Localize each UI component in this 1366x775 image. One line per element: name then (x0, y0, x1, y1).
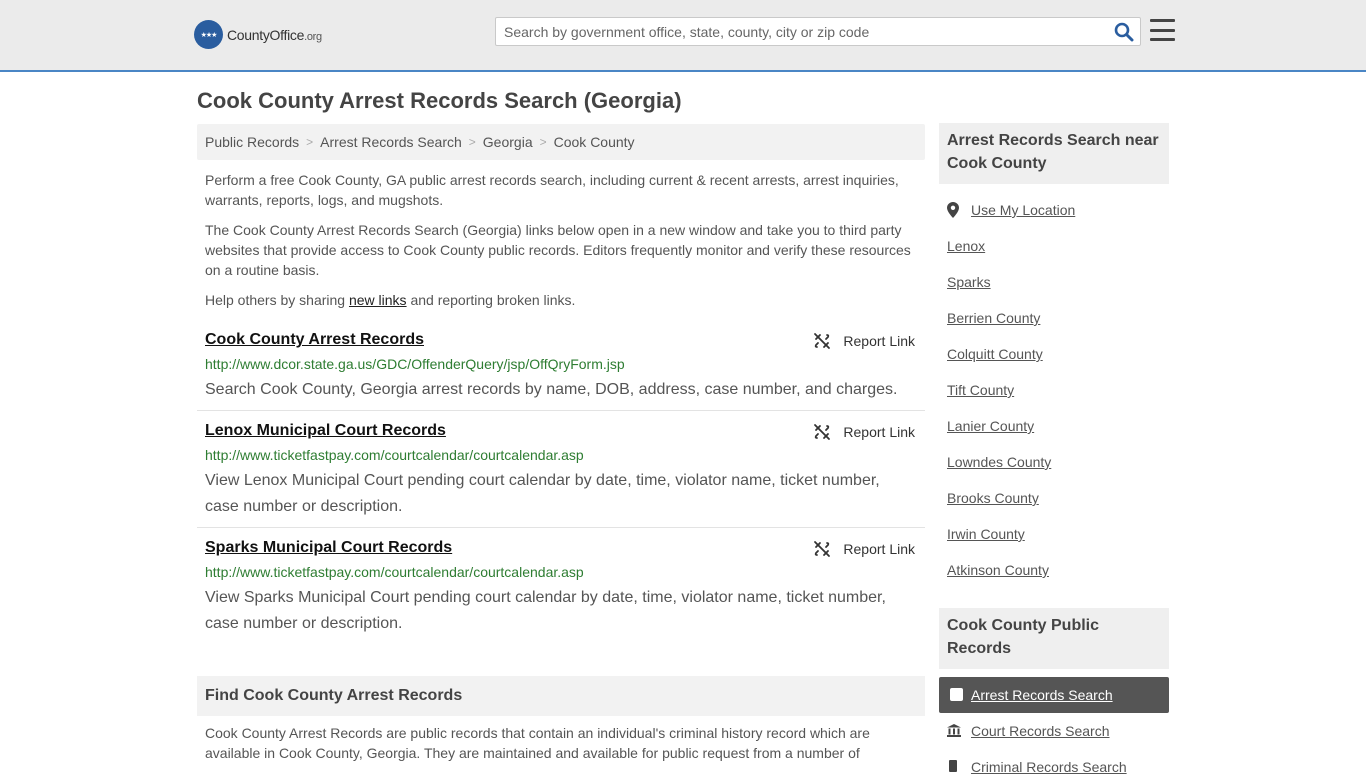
report-link-button[interactable]: Report Link (813, 332, 915, 350)
use-my-location-link[interactable]: Use My Location (971, 202, 1075, 218)
sidebar-near-link[interactable]: Irwin County (947, 526, 1025, 542)
new-links-link[interactable]: new links (349, 292, 407, 308)
record-description: View Lenox Municipal Court pending court… (205, 472, 880, 515)
sidebar-court-records-link[interactable]: Court Records Search (971, 723, 1110, 739)
sidebar-near-link[interactable]: Brooks County (947, 490, 1039, 506)
search-bar (495, 17, 1141, 46)
criminal-records-icon (949, 760, 957, 772)
site-logo[interactable]: ★★★ CountyOffice.org (194, 20, 322, 49)
find-records-heading: Find Cook County Arrest Records (197, 676, 925, 716)
record-divider (197, 410, 925, 411)
search-button[interactable] (1114, 22, 1134, 42)
logo-wordmark: CountyOffice.org (227, 27, 322, 43)
intro-paragraph-3: Help others by sharing new links and rep… (205, 290, 917, 310)
sidebar-item-label: Arrest Records Search (971, 687, 1113, 703)
report-link-label: Report Link (843, 424, 915, 440)
sidebar-near-link[interactable]: Atkinson County (947, 562, 1049, 578)
record-description: Search Cook County, Georgia arrest recor… (205, 381, 898, 398)
report-link-button[interactable]: Report Link (813, 423, 915, 441)
logo-badge-icon: ★★★ (194, 20, 223, 49)
logo-tld: .org (304, 30, 322, 43)
record-url[interactable]: http://www.ticketfastpay.com/courtcalend… (205, 447, 584, 463)
search-icon (1114, 22, 1134, 42)
sidebar-criminal-records-link[interactable]: Criminal Records Search (971, 759, 1127, 775)
page-title: Cook County Arrest Records Search (Georg… (197, 88, 682, 113)
breadcrumb-georgia[interactable]: Georgia (483, 134, 533, 150)
hamburger-menu-icon[interactable] (1150, 19, 1175, 41)
intro-p3-text-end: and reporting broken links. (406, 292, 576, 308)
record-description: View Sparks Municipal Court pending cour… (205, 589, 886, 632)
logo-name: CountyOffice (227, 26, 305, 43)
record-title-link[interactable]: Sparks Municipal Court Records (205, 539, 452, 557)
sidebar-near-link[interactable]: Sparks (947, 274, 991, 290)
intro-paragraph-1: Perform a free Cook County, GA public ar… (205, 172, 899, 208)
breadcrumb-separator-icon: > (539, 135, 547, 149)
report-link-label: Report Link (843, 333, 915, 349)
sidebar-item-arrest-records-search[interactable]: Arrest Records Search (939, 677, 1169, 713)
broken-link-icon (814, 541, 831, 557)
record-title-link[interactable]: Cook County Arrest Records (205, 331, 424, 349)
breadcrumb-cook-county[interactable]: Cook County (554, 134, 635, 150)
breadcrumb-separator-icon: > (468, 135, 476, 149)
search-input[interactable] (496, 18, 1096, 45)
broken-link-icon (814, 333, 831, 349)
record-url[interactable]: http://www.dcor.state.ga.us/GDC/Offender… (205, 356, 625, 372)
broken-link-icon (814, 424, 831, 440)
breadcrumb: Public Records > Arrest Records Search >… (197, 124, 925, 160)
sidebar-near-heading: Arrest Records Search near Cook County (939, 123, 1169, 184)
logo-stars: ★★★ (200, 31, 218, 39)
record-title-link[interactable]: Lenox Municipal Court Records (205, 422, 446, 440)
courthouse-icon (947, 724, 961, 737)
sidebar-near-link[interactable]: Berrien County (947, 310, 1040, 326)
intro-paragraph-2: The Cook County Arrest Records Search (G… (205, 222, 911, 278)
record-url[interactable]: http://www.ticketfastpay.com/courtcalend… (205, 564, 584, 580)
sidebar-near-link[interactable]: Lanier County (947, 418, 1034, 434)
sidebar-near-link[interactable]: Lenox (947, 238, 985, 254)
record-divider (197, 527, 925, 528)
breadcrumb-arrest-records-search[interactable]: Arrest Records Search (320, 134, 462, 150)
location-pin-icon (947, 202, 959, 218)
intro-p3-text: Help others by sharing (205, 292, 349, 308)
report-link-button[interactable]: Report Link (813, 540, 915, 558)
report-link-label: Report Link (843, 541, 915, 557)
top-bar: ★★★ CountyOffice.org (0, 0, 1366, 72)
breadcrumb-separator-icon: > (306, 135, 314, 149)
find-records-text: Cook County Arrest Records are public re… (205, 725, 870, 761)
sidebar-near-link[interactable]: Tift County (947, 382, 1014, 398)
sidebar-public-records-heading: Cook County Public Records (939, 608, 1169, 669)
checkbox-icon (950, 688, 963, 701)
sidebar-near-link[interactable]: Colquitt County (947, 346, 1043, 362)
sidebar-near-link[interactable]: Lowndes County (947, 454, 1051, 470)
breadcrumb-public-records[interactable]: Public Records (205, 134, 299, 150)
